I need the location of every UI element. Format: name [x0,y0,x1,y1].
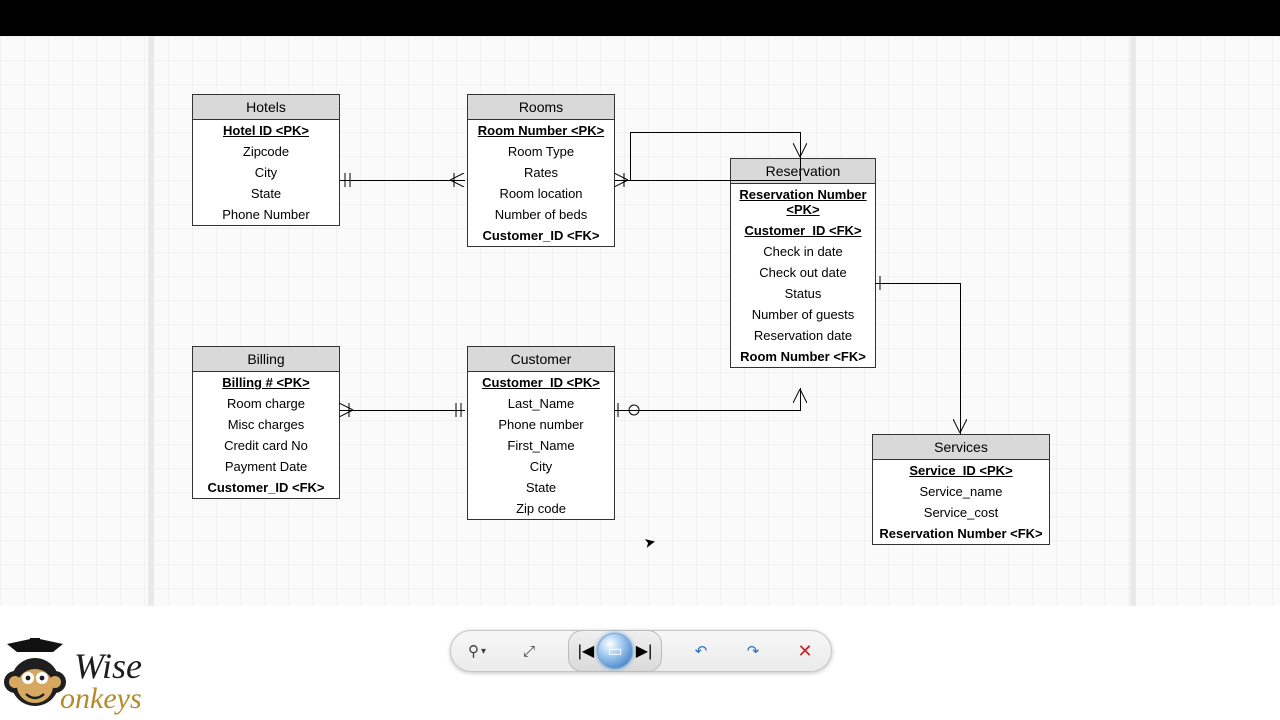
entity-title: Customer [468,347,614,372]
edge-hotels-rooms [340,180,465,181]
attr-pk: Customer_ID <PK> [468,372,614,393]
attr: Zipcode [193,141,339,162]
attr-fk: Customer_ID <FK> [468,225,614,246]
zoom-button[interactable]: ⚲ ▾ [464,638,490,664]
logo-text-2: onkeys [60,682,142,716]
paper-edge-left [148,36,154,606]
attr: Credit card No [193,435,339,456]
entity-title: Hotels [193,95,339,120]
entity-title: Rooms [468,95,614,120]
entity-rooms[interactable]: Rooms Room Number <PK> Room Type Rates R… [467,94,615,247]
entity-title: Services [873,435,1049,460]
edge-rooms-reservation-h1 [615,180,800,181]
attr-pk: Reservation Number [731,184,875,202]
entity-billing[interactable]: Billing Billing # <PK> Room charge Misc … [192,346,340,499]
entity-customer[interactable]: Customer Customer_ID <PK> Last_Name Phon… [467,346,615,520]
attr-pk: <PK> [731,202,875,220]
play-button[interactable]: ▭ [597,633,633,669]
logo-text-1: Wise [74,650,142,682]
undo-icon: ↶ [695,642,708,660]
close-icon: ✕ [797,641,812,662]
playback-group: |◀ ▭ ▶| [568,630,662,672]
attr: Room charge [193,393,339,414]
attr: Room location [468,183,614,204]
watermark-logo: Wise onkeys [2,638,142,716]
attr: Service_name [873,481,1049,502]
player-toolbar: ⚲ ▾ ⤢ |◀ ▭ ▶| ↶ ↷ ✕ [450,630,832,672]
diagram-canvas[interactable]: Hotels Hotel ID <PK> Zipcode City State … [0,36,1280,606]
entity-hotels[interactable]: Hotels Hotel ID <PK> Zipcode City State … [192,94,340,226]
attr-fk: Reservation Number <FK> [873,523,1049,544]
redo-icon: ↷ [747,642,760,660]
attr: Misc charges [193,414,339,435]
edge-billing-customer [340,410,465,411]
attr-pk: Service_ID <PK> [873,460,1049,481]
attr: City [468,456,614,477]
play-icon: ▭ [607,641,622,661]
attr-fk: Customer_ID <FK> [731,220,875,241]
entity-services[interactable]: Services Service_ID <PK> Service_name Se… [872,434,1050,545]
attr: Number of guests [731,304,875,325]
attr-pk: Billing # <PK> [193,372,339,393]
fit-icon: ⤢ [523,643,535,660]
close-button[interactable]: ✕ [792,638,818,664]
edge-rooms-reservation-v2 [630,132,631,180]
monkey-icon [2,638,68,716]
attr: Last_Name [468,393,614,414]
edge-customer-reservation-h [615,410,800,411]
fit-button[interactable]: ⤢ [516,638,542,664]
attr: Rates [468,162,614,183]
edge-reservation-services-v [960,283,961,434]
first-button[interactable]: |◀ [577,641,595,661]
letterbox-top [0,0,1280,36]
paper-edge-right [1130,36,1136,606]
attr: State [468,477,614,498]
zoom-icon: ⚲ [468,642,479,660]
attr-pk: Hotel ID <PK> [193,120,339,141]
last-button[interactable]: ▶| [635,641,653,661]
attr-fk: Customer_ID <FK> [193,477,339,498]
entity-title: Billing [193,347,339,372]
undo-button[interactable]: ↶ [688,638,714,664]
attr: First_Name [468,435,614,456]
attr: Zip code [468,498,614,519]
first-icon: |◀ [578,641,594,661]
last-icon: ▶| [636,641,652,661]
edge-reservation-services-h [875,283,961,284]
attr-pk: Room Number <PK> [468,120,614,141]
attr: State [193,183,339,204]
edge-rooms-reservation-v [800,132,801,181]
attr: Status [731,283,875,304]
attr: City [193,162,339,183]
dropdown-caret-icon: ▾ [481,646,486,657]
attr: Check out date [731,262,875,283]
edge-rooms-reservation-h2 [630,132,800,133]
attr: Number of beds [468,204,614,225]
redo-button[interactable]: ↷ [740,638,766,664]
attr-fk: Room Number <FK> [731,346,875,367]
attr: Reservation date [731,325,875,346]
entity-reservation[interactable]: Reservation Reservation Number <PK> Cust… [730,158,876,368]
edge-customer-reservation-v [800,388,801,411]
attr: Phone Number [193,204,339,225]
attr: Room Type [468,141,614,162]
attr: Check in date [731,241,875,262]
attr: Payment Date [193,456,339,477]
attr: Service_cost [873,502,1049,523]
attr: Phone number [468,414,614,435]
